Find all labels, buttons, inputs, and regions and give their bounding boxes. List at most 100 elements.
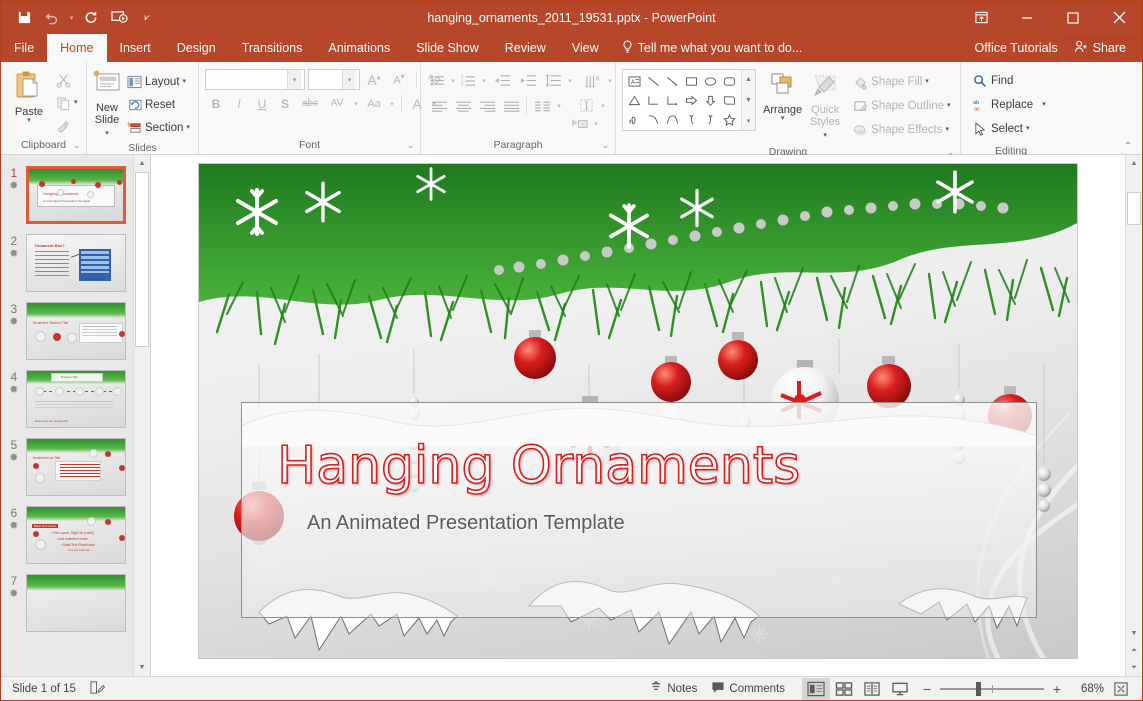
- reset-button[interactable]: Reset: [122, 94, 194, 116]
- justify-button[interactable]: [499, 95, 523, 116]
- slide-scroll-up-icon[interactable]: ▲: [1126, 155, 1142, 172]
- slide-sorter-view-button[interactable]: [830, 678, 858, 700]
- slide-show-view-button[interactable]: [886, 678, 914, 700]
- reading-view-button[interactable]: [858, 678, 886, 700]
- thumbnail-slide-6[interactable]: 6 ✸ Bullet Text Demo • This Layout: Righ…: [1, 501, 134, 569]
- underline-button[interactable]: U: [251, 93, 273, 114]
- paste-dropdown-icon[interactable]: ▾: [27, 118, 31, 124]
- replace-button[interactable]: abac Replace ▾: [968, 94, 1050, 116]
- shapes-scroll-up-icon[interactable]: ▲: [742, 70, 755, 89]
- zoom-slider[interactable]: [940, 681, 1044, 697]
- tab-review[interactable]: Review: [492, 34, 559, 62]
- thumbnail-slide-5[interactable]: 5 ✸ Numbered List Title: [1, 433, 134, 501]
- find-button[interactable]: Find: [968, 70, 1017, 92]
- customize-qat-icon[interactable]: ⩗: [134, 6, 160, 30]
- font-size-box[interactable]: ▾: [308, 69, 360, 90]
- numbering-dropdown-icon[interactable]: ▾: [479, 70, 489, 91]
- zoom-level-label[interactable]: 68%: [1070, 683, 1104, 695]
- bullets-button[interactable]: [427, 70, 448, 91]
- tab-view[interactable]: View: [559, 34, 612, 62]
- font-name-dropdown-icon[interactable]: ▾: [287, 70, 301, 89]
- save-icon[interactable]: [11, 6, 37, 30]
- shape-right-arrow-icon[interactable]: [682, 91, 701, 110]
- shape-oval-icon[interactable]: [701, 72, 720, 91]
- shape-flowchart-pentagon-icon[interactable]: [720, 91, 739, 110]
- ribbon-display-options-icon[interactable]: [958, 1, 1004, 34]
- format-painter-button[interactable]: [52, 115, 81, 137]
- tab-transitions[interactable]: Transitions: [229, 34, 316, 62]
- tell-me-search[interactable]: Tell me what you want to do...: [612, 34, 813, 62]
- text-shadow-button[interactable]: S: [274, 93, 296, 114]
- clipboard-dialog-launcher[interactable]: ⌄: [71, 140, 82, 151]
- shape-scribble-icon[interactable]: [625, 110, 644, 129]
- shape-curve-icon[interactable]: [644, 110, 663, 129]
- thumbnail-image[interactable]: Process Title Footer text line placehold…: [26, 370, 126, 428]
- quick-styles-button[interactable]: Quick Styles ▾: [809, 69, 841, 142]
- close-icon[interactable]: [1096, 1, 1142, 34]
- shape-effects-dropdown-icon[interactable]: ▾: [946, 127, 950, 133]
- shape-rounded-rectangle-icon[interactable]: [720, 72, 739, 91]
- new-slide-button[interactable]: New Slide ▾: [92, 67, 122, 140]
- normal-view-button[interactable]: [802, 678, 830, 700]
- thumbnail-scroll-up-icon[interactable]: ▲: [134, 155, 150, 172]
- text-direction-dropdown-icon[interactable]: ▾: [605, 70, 615, 91]
- shape-line-arrow-icon[interactable]: [663, 72, 682, 91]
- arrange-button[interactable]: Arrange ▾: [763, 69, 802, 124]
- zoom-in-button[interactable]: +: [1050, 682, 1064, 696]
- accessibility-checker-button[interactable]: [83, 678, 112, 700]
- current-slide[interactable]: Hanging Ornaments An Animated Presentati…: [198, 163, 1078, 659]
- slide-subtitle-text[interactable]: An Animated Presentation Template: [307, 512, 1007, 535]
- thumbnail-slide-3[interactable]: 3 ✸ Ornament Section Title: [1, 297, 134, 365]
- comments-button[interactable]: Comments: [704, 678, 792, 700]
- zoom-out-button[interactable]: −: [920, 682, 934, 696]
- new-slide-dropdown-icon[interactable]: ▾: [105, 130, 109, 137]
- undo-icon[interactable]: [39, 6, 65, 30]
- slide-pane-scrollbar[interactable]: ▲ ▼ ⏶ ⏷: [1125, 155, 1142, 676]
- change-case-button[interactable]: Aa: [362, 93, 386, 114]
- shapes-gallery-scroll[interactable]: ▲ ▼ ▾: [741, 70, 755, 130]
- columns-dropdown-icon[interactable]: ▾: [554, 95, 564, 116]
- shape-arc-icon[interactable]: [663, 110, 682, 129]
- paragraph-dialog-launcher[interactable]: ⌄: [600, 140, 611, 151]
- paste-button[interactable]: Paste ▾: [6, 67, 52, 126]
- shape-outline-dropdown-icon[interactable]: ▾: [947, 103, 951, 109]
- shape-star-5-point-icon[interactable]: [720, 110, 739, 129]
- shape-outline-button[interactable]: Shape Outline ▾: [848, 95, 954, 117]
- fit-to-window-button[interactable]: [1110, 678, 1132, 700]
- shape-left-brace-icon[interactable]: [682, 110, 701, 129]
- thumbnail-image[interactable]: Bullet Text Demo • This Layout: Right li…: [26, 506, 126, 564]
- section-dropdown-icon[interactable]: ▾: [186, 125, 190, 131]
- thumbnail-pane-scrollbar[interactable]: ▲ ▼: [133, 155, 150, 676]
- change-case-dropdown-icon[interactable]: ▾: [387, 93, 397, 114]
- thumbnail-slide-4[interactable]: 4 ✸ Process Title Footer text line place…: [1, 365, 134, 433]
- cut-button[interactable]: [52, 69, 81, 91]
- replace-dropdown-icon[interactable]: ▾: [1042, 102, 1046, 108]
- font-name-box[interactable]: ▾: [205, 69, 305, 90]
- tab-animations[interactable]: Animations: [315, 34, 403, 62]
- thumbnail-slide-1[interactable]: 1 ✸ Hanging Ornaments An Animated Presen…: [1, 161, 134, 229]
- convert-to-smartart-button[interactable]: [567, 113, 591, 134]
- layout-button[interactable]: Layout ▾: [122, 71, 194, 93]
- line-spacing-button[interactable]: [541, 70, 565, 91]
- align-right-button[interactable]: [475, 95, 499, 116]
- thumbnail-scroll-down-icon[interactable]: ▼: [134, 659, 150, 676]
- minimize-icon[interactable]: [1004, 1, 1050, 34]
- thumbnail-scroll-track[interactable]: [134, 172, 150, 659]
- slide-scroll-down-icon[interactable]: ▼: [1126, 625, 1142, 642]
- thumbnail-image[interactable]: Hanging Ornaments An Animated Presentati…: [26, 166, 126, 224]
- previous-slide-button[interactable]: ⏶: [1126, 642, 1142, 659]
- text-direction-button[interactable]: A: [581, 70, 605, 91]
- bullets-dropdown-icon[interactable]: ▾: [448, 70, 458, 91]
- copy-button[interactable]: ▾: [52, 92, 81, 114]
- tab-design[interactable]: Design: [164, 34, 229, 62]
- zoom-slider-handle[interactable]: [976, 682, 981, 696]
- numbering-button[interactable]: 123: [458, 70, 479, 91]
- line-spacing-dropdown-icon[interactable]: ▾: [565, 70, 575, 91]
- select-dropdown-icon[interactable]: ▾: [1026, 126, 1030, 132]
- thumbnail-slide-2[interactable]: 2 ✸ Ornament Box?: [1, 229, 134, 297]
- shape-fill-dropdown-icon[interactable]: ▾: [925, 79, 929, 85]
- slide-scroll-thumb[interactable]: [1127, 192, 1141, 225]
- thumbnail-slide-7[interactable]: 7 ✸: [1, 569, 134, 637]
- arrange-dropdown-icon[interactable]: ▾: [781, 116, 785, 122]
- center-button[interactable]: [451, 95, 475, 116]
